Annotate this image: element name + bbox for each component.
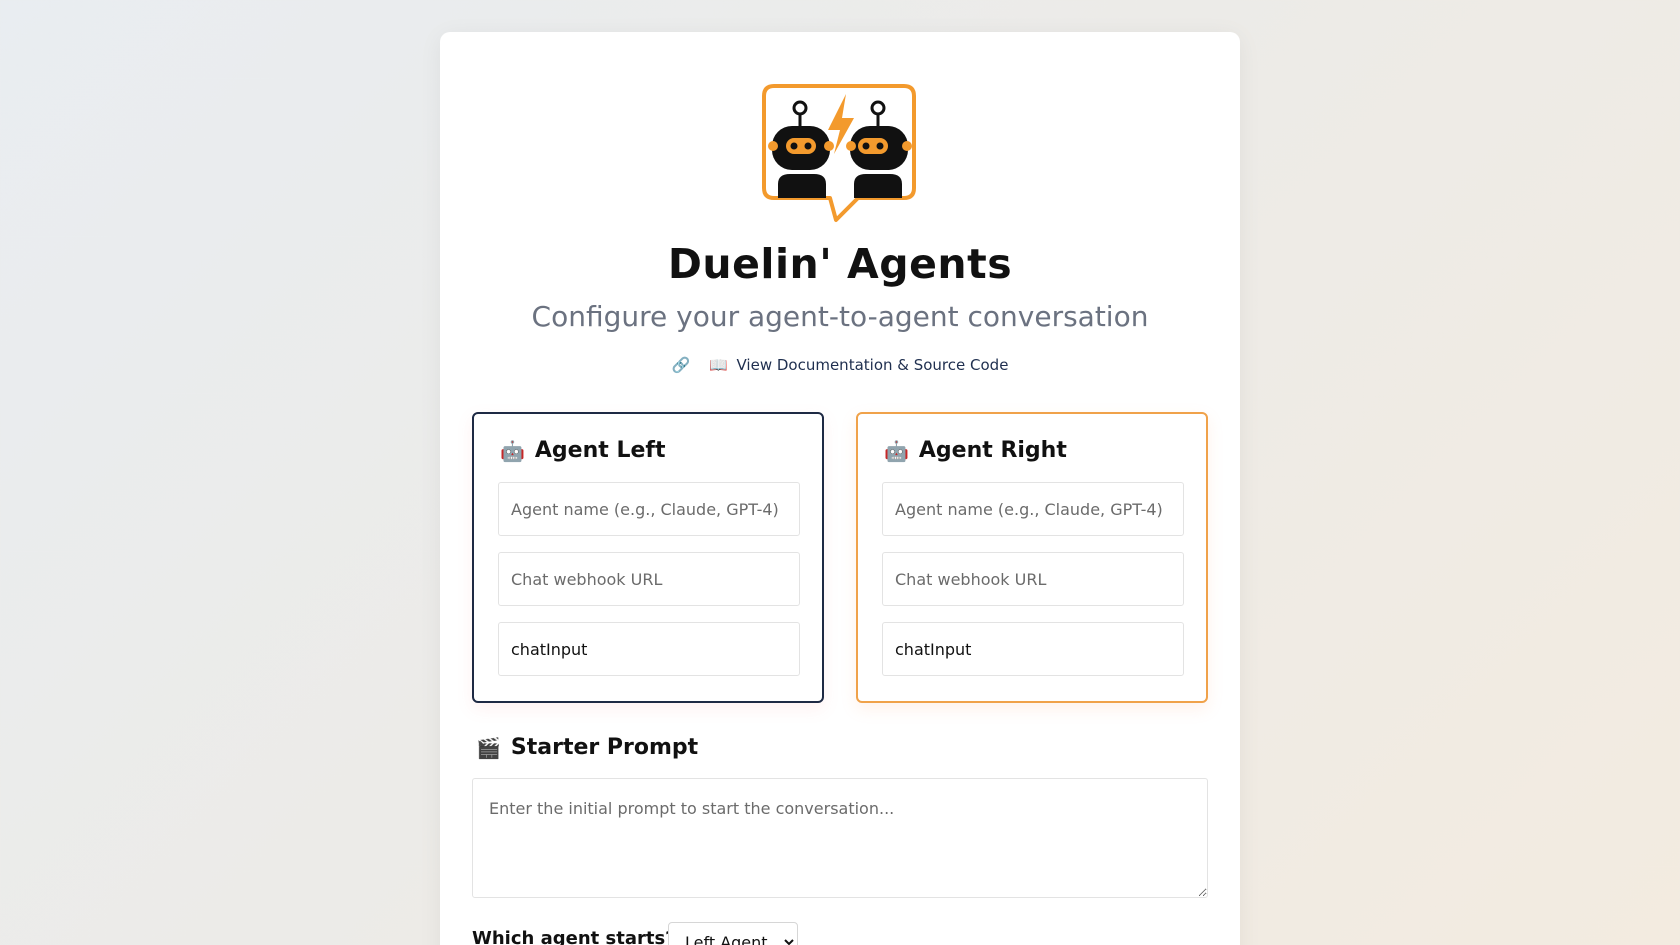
page-subtitle: Configure your agent-to-agent conversati…: [531, 300, 1149, 333]
agent-right-name-input[interactable]: [882, 482, 1184, 536]
agent-left-heading: 🤖 Agent Left: [500, 438, 665, 463]
starter-prompt-textarea[interactable]: [472, 778, 1208, 898]
doc-link-row: 🔗 📖 View Documentation & Source Code: [440, 356, 1240, 374]
starter-prompt-heading: 🎬 Starter Prompt: [476, 735, 698, 760]
which-agent-starts-label: Which agent starts?: [472, 928, 676, 945]
agent-left-heading-label: Agent Left: [534, 438, 666, 463]
agent-right-heading: 🤖 Agent Right: [884, 438, 1067, 463]
agent-left-panel: 🤖 Agent Left: [472, 412, 824, 703]
clapperboard-icon: 🎬: [476, 735, 501, 760]
agent-right-panel: 🤖 Agent Right: [856, 412, 1208, 703]
agent-left-webhook-input[interactable]: [498, 552, 800, 606]
robot-icon: 🤖: [500, 438, 525, 463]
chain-link-icon: 🔗: [671, 356, 691, 374]
agent-left-name-input[interactable]: [498, 482, 800, 536]
open-book-icon: 📖: [709, 356, 728, 374]
agent-right-input-key-field[interactable]: [882, 622, 1184, 676]
which-agent-starts-select[interactable]: Left Agent: [668, 922, 798, 945]
dueling-robots-logo-icon: [762, 84, 916, 222]
documentation-link-label: View Documentation & Source Code: [736, 356, 1009, 374]
starter-prompt-heading-label: Starter Prompt: [510, 735, 699, 760]
agent-right-webhook-input[interactable]: [882, 552, 1184, 606]
agent-left-input-key-field[interactable]: [498, 622, 800, 676]
agent-right-heading-label: Agent Right: [918, 438, 1067, 463]
documentation-link[interactable]: 📖 View Documentation & Source Code: [709, 356, 1008, 374]
robot-icon: 🤖: [884, 438, 909, 463]
page-title: Duelin' Agents: [667, 240, 1013, 288]
config-card: Duelin' Agents Configure your agent-to-a…: [440, 32, 1240, 945]
